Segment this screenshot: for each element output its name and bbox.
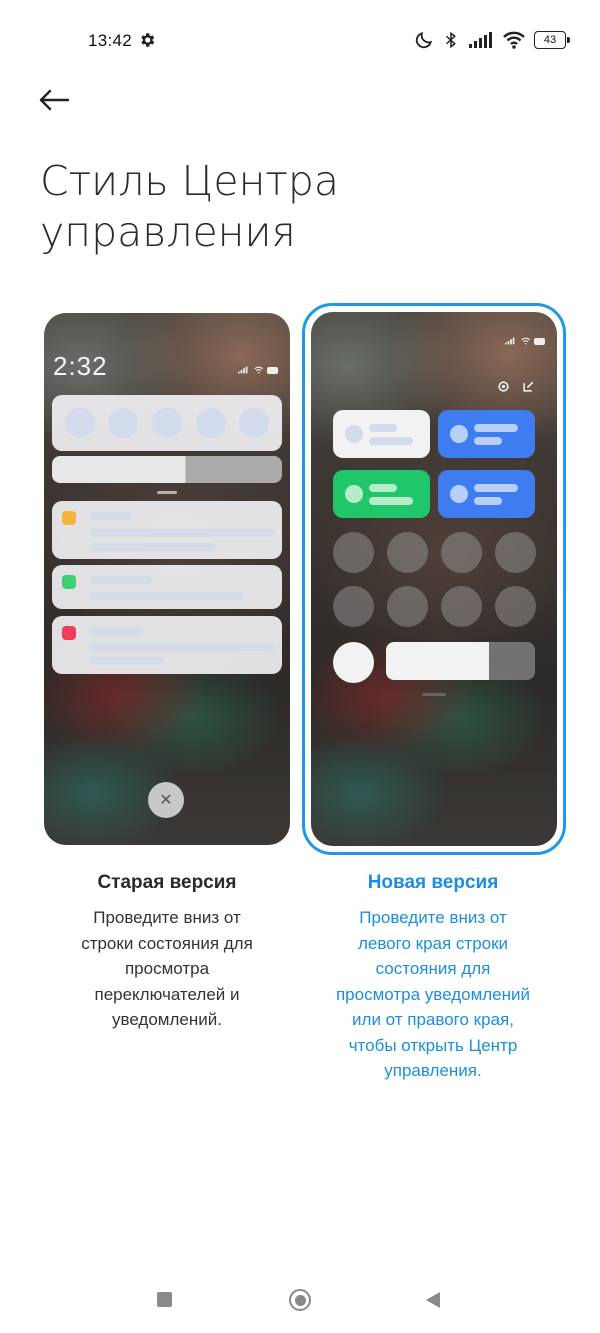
preview-notification xyxy=(52,501,282,559)
preview-brightness-slider xyxy=(52,456,282,483)
preview-clock: 2:32 xyxy=(53,351,108,381)
signal-icon xyxy=(238,366,248,374)
page-title-line2: управления xyxy=(40,208,296,256)
edit-icon xyxy=(523,381,534,392)
preview-tile xyxy=(438,410,535,458)
phone-icon xyxy=(62,575,76,589)
preview-round-toggle xyxy=(333,586,374,627)
old-version-description: Проведите вниз от строки состояния для п… xyxy=(81,908,253,1029)
old-version-title: Старая версия xyxy=(97,872,237,893)
recents-icon[interactable] xyxy=(157,1292,172,1307)
message-icon xyxy=(62,511,76,525)
page-title-line1: Стиль Центра xyxy=(40,157,340,205)
preview-round-toggle xyxy=(333,532,374,573)
preview-round-toggle xyxy=(441,586,482,627)
new-version-caption[interactable]: Новая версия Проведите вниз от левого кр… xyxy=(313,870,553,1084)
arrow-left-icon xyxy=(39,89,70,111)
preview-tile xyxy=(438,470,535,518)
status-bar: 13:42 43 xyxy=(0,0,600,80)
battery-icon xyxy=(534,337,545,345)
gear-icon xyxy=(141,33,155,47)
new-version-preview[interactable] xyxy=(311,312,557,846)
preview-large-toggle xyxy=(333,642,374,683)
preview-toggle xyxy=(195,408,226,438)
back-icon[interactable] xyxy=(426,1292,440,1308)
preview-brightness-slider xyxy=(386,642,535,680)
music-icon xyxy=(62,626,76,640)
preview-toggles xyxy=(52,395,282,451)
wifi-icon xyxy=(521,337,531,345)
old-version-preview[interactable]: 2:32 ✕ xyxy=(44,313,290,845)
close-glyph: ✕ xyxy=(159,792,173,809)
signal-icon xyxy=(469,32,492,48)
signal-icon xyxy=(505,337,515,345)
preview-notification xyxy=(52,565,282,609)
back-button[interactable] xyxy=(38,82,82,118)
settings-icon xyxy=(498,381,509,392)
preview-drag-handle xyxy=(157,491,177,494)
preview-round-toggle xyxy=(495,586,536,627)
moon-icon xyxy=(415,31,433,49)
new-version-title: Новая версия xyxy=(367,872,499,893)
preview-round-toggle xyxy=(387,586,428,627)
preview-toggle xyxy=(64,408,95,438)
status-icons: 43 xyxy=(414,28,570,52)
battery-icon xyxy=(267,366,278,374)
preview-toggle xyxy=(239,408,270,438)
preview-notification xyxy=(52,616,282,674)
close-icon: ✕ xyxy=(148,782,184,818)
status-time: 13:42 xyxy=(88,31,133,50)
bluetooth-icon xyxy=(445,31,456,49)
preview-round-toggle xyxy=(495,532,536,573)
preview-top-icons xyxy=(497,380,535,393)
old-version-caption[interactable]: Старая версия Проведите вниз от строки с… xyxy=(47,870,287,1033)
preview-tile xyxy=(333,410,430,458)
preview-round-toggle xyxy=(387,532,428,573)
battery-level: 43 xyxy=(543,34,557,46)
wifi-icon xyxy=(254,366,264,374)
preview-round-toggle xyxy=(441,532,482,573)
preview-status-icons xyxy=(505,336,545,346)
preview-status-icons xyxy=(238,365,278,375)
preview-tile xyxy=(333,470,430,518)
new-version-description: Проведите вниз от левого края строки сос… xyxy=(335,908,531,1080)
preview-toggle xyxy=(108,408,139,438)
wifi-icon xyxy=(503,31,525,49)
preview-toggle xyxy=(151,408,182,438)
home-icon[interactable] xyxy=(289,1289,311,1311)
preview-drag-handle xyxy=(422,693,446,696)
battery-icon: 43 xyxy=(534,31,570,49)
page-title: Стиль Центра управления xyxy=(40,156,500,258)
